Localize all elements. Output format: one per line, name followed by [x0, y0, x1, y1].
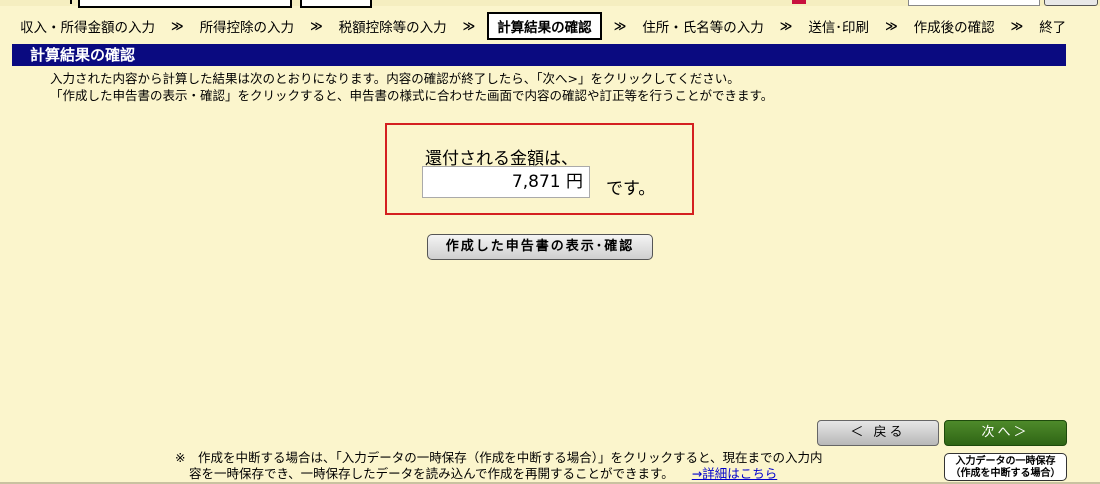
- toolbar-cropped-button[interactable]: [300, 0, 372, 8]
- toolbar-cropped-segment: [0, 0, 72, 4]
- step-separator-icon: ≫: [171, 19, 184, 33]
- temp-save-label: 入力データの一時保存: [955, 456, 1056, 467]
- view-return-button[interactable]: 作成した申告書の表示･確認: [427, 234, 653, 260]
- note-line-1: ※ 作成を中断する場合は、「入力データの一時保存（作成を中断する場合）」をクリッ…: [175, 450, 823, 465]
- details-link[interactable]: →詳細はこちら: [692, 466, 777, 481]
- top-toolbar-cropped: [0, 0, 1100, 8]
- back-button[interactable]: ＜ 戻る: [817, 420, 939, 446]
- step-send-print: 送信･印刷: [808, 20, 870, 36]
- search-button[interactable]: [1044, 0, 1098, 6]
- intro-line-2: 「作成した申告書の表示・確認」をクリックすると、申告書の様式に合わせた画面で内容…: [50, 88, 774, 103]
- intro-line-1: 入力された内容から計算した結果は次のとおりになります。内容の確認が終了したら、「…: [50, 71, 740, 86]
- warning-icon: [792, 0, 806, 4]
- next-button[interactable]: 次へ＞: [944, 420, 1067, 446]
- step-separator-icon: ≫: [462, 19, 476, 33]
- step-separator-icon: ≫: [613, 19, 627, 33]
- temp-save-sublabel: （作成を中断する場合）: [950, 468, 1061, 479]
- step-calc-result: 計算結果の確認: [487, 12, 602, 40]
- step-separator-icon: ≫: [1010, 19, 1024, 33]
- refund-amount: 7,871 円: [422, 166, 590, 198]
- intro-text: 入力された内容から計算した結果は次のとおりになります。内容の確認が終了したら、「…: [50, 70, 773, 104]
- step-address-name: 住所・氏名等の入力: [642, 20, 764, 36]
- search-input[interactable]: [908, 0, 1040, 6]
- step-post-check: 作成後の確認: [913, 20, 995, 36]
- note-line-2: 容を一時保存でき、一時保存したデータを読み込んで作成を再開することができます。: [189, 466, 674, 481]
- toolbar-cropped-button[interactable]: [78, 0, 292, 8]
- step-separator-icon: ≫: [779, 19, 793, 33]
- step-navigation: 収入・所得金額の入力 ≫ 所得控除の入力 ≫ 税額控除等の入力 ≫ 計算結果の確…: [0, 9, 1100, 43]
- suspend-note: ※ 作成を中断する場合は、「入力データの一時保存（作成を中断する場合）」をクリッ…: [175, 450, 915, 482]
- step-separator-icon: ≫: [310, 19, 323, 33]
- step-deductions: 所得控除の入力: [199, 20, 295, 36]
- step-end: 終了: [1039, 20, 1067, 36]
- step-income: 収入・所得金額の入力: [20, 20, 155, 36]
- step-tax-credits: 税額控除等の入力: [338, 20, 447, 36]
- refund-suffix: です。: [606, 179, 656, 199]
- section-title: 計算結果の確認: [12, 44, 1066, 66]
- temp-save-button[interactable]: 入力データの一時保存 （作成を中断する場合）: [944, 453, 1067, 481]
- refund-result-box: 還付される金額は、 7,871 円 です。: [385, 123, 694, 215]
- step-separator-icon: ≫: [885, 19, 898, 33]
